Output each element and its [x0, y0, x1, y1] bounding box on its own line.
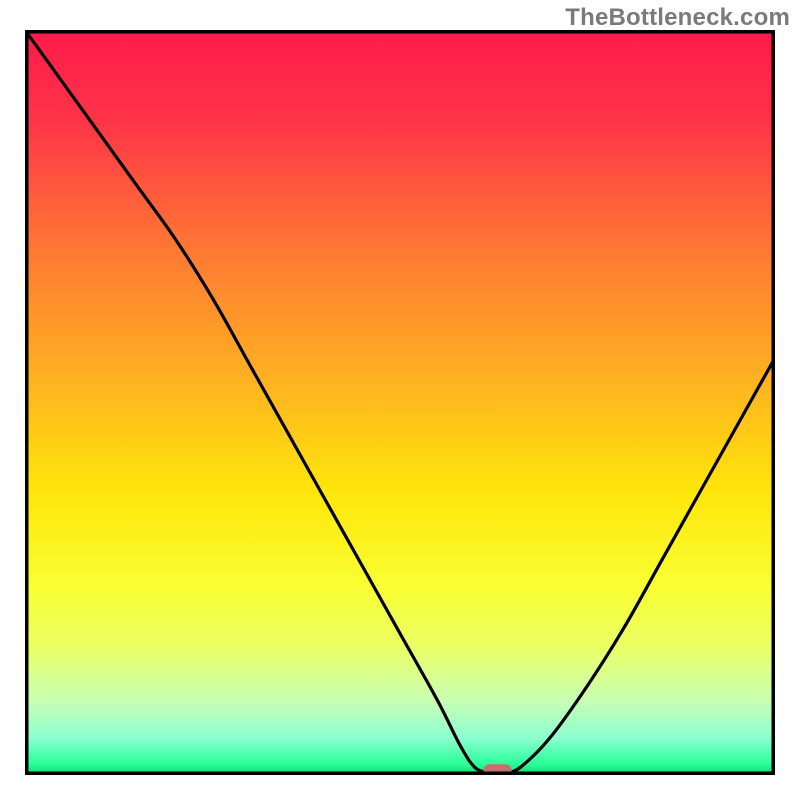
- bottleneck-chart: [25, 30, 775, 775]
- chart-container: TheBottleneck.com: [0, 0, 800, 800]
- plot-background: [25, 30, 775, 775]
- watermark-text: TheBottleneck.com: [565, 4, 790, 32]
